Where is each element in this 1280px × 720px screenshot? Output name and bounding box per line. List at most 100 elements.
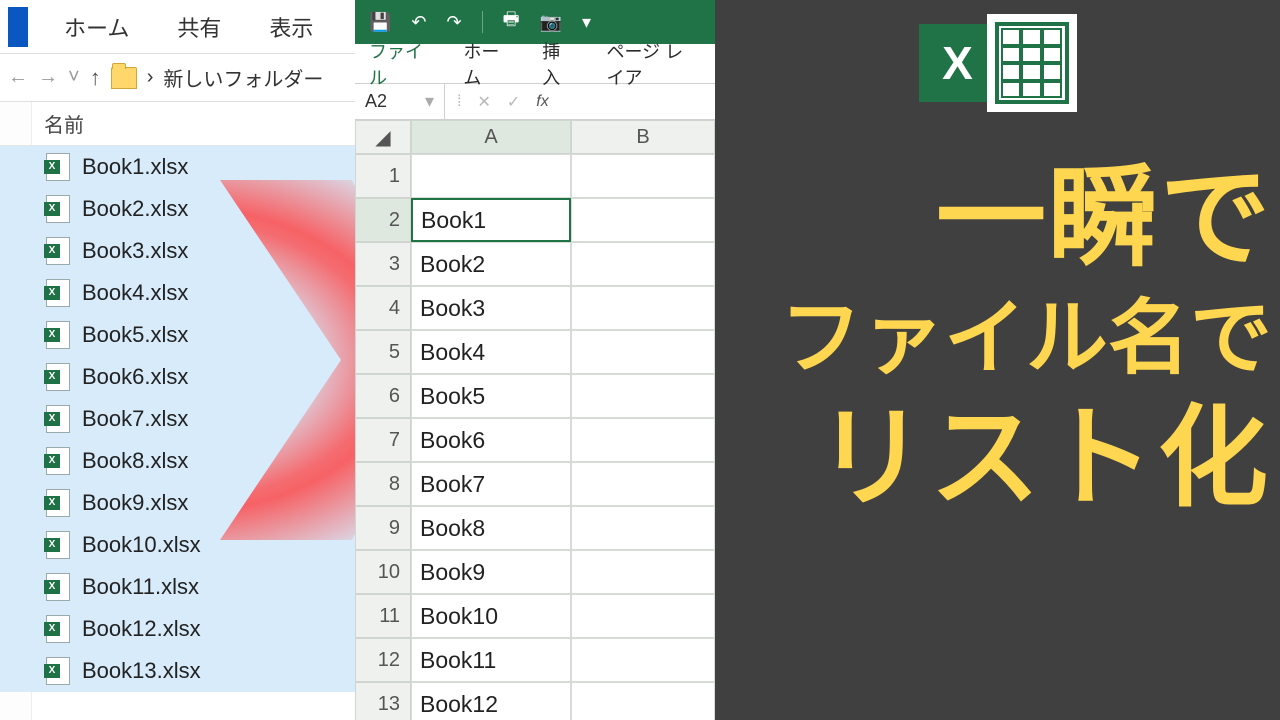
row-header[interactable]: 7 [355, 418, 411, 462]
file-row[interactable]: Book5.xlsx [0, 314, 355, 356]
file-name: Book3.xlsx [82, 238, 188, 264]
file-list[interactable]: Book1.xlsxBook2.xlsx Book3.xlsx Book4.xlsx… [0, 146, 355, 692]
file-row[interactable]: Book3.xlsx [0, 230, 355, 272]
file-name: Book8.xlsx [82, 448, 188, 474]
cell-A9[interactable]: Book8 [411, 506, 571, 550]
folder-icon [111, 67, 137, 89]
row-header[interactable]: 8 [355, 462, 411, 506]
row-header[interactable]: 5 [355, 330, 411, 374]
file-row[interactable]: Book9.xlsx [0, 482, 355, 524]
cell-B3[interactable] [571, 242, 715, 286]
row-header[interactable]: 1 [355, 154, 411, 198]
xlsx-file-icon [46, 279, 70, 307]
cell-A4[interactable]: Book3 [411, 286, 571, 330]
cell-B11[interactable] [571, 594, 715, 638]
ribbon-tab-insert[interactable]: 挿入 [542, 38, 572, 90]
cell-A8[interactable]: Book7 [411, 462, 571, 506]
ribbon-tab-home[interactable]: ホーム [46, 11, 147, 43]
ribbon-tab-file[interactable]: ファイル [369, 38, 429, 90]
xlsx-file-icon [46, 321, 70, 349]
xlsx-file-icon [46, 363, 70, 391]
file-row[interactable]: Book6.xlsx [0, 356, 355, 398]
cell-B10[interactable] [571, 550, 715, 594]
cell-B8[interactable] [571, 462, 715, 506]
cell-B2[interactable] [571, 198, 715, 242]
qat-customize-icon[interactable]: ▾ [582, 12, 591, 33]
excel-window: 💾 ↶ ↷ 🖶 📷 ▾ ファイル ホーム 挿入 ページ レイア A2 ▾ ⁞ ✕… [355, 0, 715, 720]
file-name: Book11.xlsx [82, 574, 199, 600]
name-box[interactable]: A2 ▾ [355, 84, 445, 119]
cell-A12[interactable]: Book11 [411, 638, 571, 682]
excel-ribbon: ファイル ホーム 挿入 ページ レイア [355, 44, 715, 84]
cell-A11[interactable]: Book10 [411, 594, 571, 638]
file-row[interactable]: Book4.xlsx [0, 272, 355, 314]
worksheet-grid[interactable]: ◢ A B [355, 120, 715, 154]
row-header[interactable]: 4 [355, 286, 411, 330]
file-row[interactable]: Book12.xlsx [0, 608, 355, 650]
column-header-name[interactable]: 名前 [0, 102, 355, 146]
cell-A13[interactable]: Book12 [411, 682, 571, 720]
file-row[interactable]: Book7.xlsx [0, 398, 355, 440]
save-icon[interactable]: 💾 [369, 12, 391, 33]
cell-A1[interactable] [411, 154, 571, 198]
cell-B9[interactable] [571, 506, 715, 550]
cell-B4[interactable] [571, 286, 715, 330]
row-header[interactable]: 9 [355, 506, 411, 550]
breadcrumb-folder[interactable]: 新しいフォルダー [163, 63, 323, 92]
ribbon-tab-view[interactable]: 表示 [251, 11, 331, 43]
file-name: Book10.xlsx [82, 532, 201, 558]
cell-B7[interactable] [571, 418, 715, 462]
cell-B6[interactable] [571, 374, 715, 418]
file-name: Book13.xlsx [82, 658, 201, 684]
promo-line-1: 一瞬で [715, 150, 1272, 288]
file-row[interactable]: Book1.xlsx [0, 146, 355, 188]
redo-icon[interactable]: ↷ [447, 12, 462, 33]
file-name: Book5.xlsx [82, 322, 188, 348]
nav-forward-icon[interactable]: → [38, 66, 58, 89]
cell-B12[interactable] [571, 638, 715, 682]
camera-icon[interactable]: 📷 [540, 12, 562, 33]
row-header[interactable]: 12 [355, 638, 411, 682]
undo-icon[interactable]: ↶ [411, 12, 426, 33]
chevron-down-icon[interactable]: ˅ [68, 66, 80, 89]
file-row[interactable]: Book10.xlsx [0, 524, 355, 566]
cell-B1[interactable] [571, 154, 715, 198]
ribbon-tab-home[interactable]: ホーム [463, 38, 508, 90]
column-header-B[interactable]: B [571, 120, 715, 154]
file-row[interactable]: Book13.xlsx [0, 650, 355, 692]
ribbon-tab-page-layout[interactable]: ページ レイア [606, 38, 701, 90]
ribbon-tab-share[interactable]: 共有 [159, 11, 239, 43]
fx-icon[interactable]: fx [536, 93, 548, 111]
explorer-app-icon[interactable] [8, 7, 28, 47]
formula-expand-icon[interactable]: ⁞ [457, 93, 461, 111]
select-all-corner[interactable]: ◢ [355, 120, 411, 154]
cell-A10[interactable]: Book9 [411, 550, 571, 594]
row-header[interactable]: 13 [355, 682, 411, 720]
nav-back-icon[interactable]: ← [8, 66, 28, 89]
file-row[interactable]: Book11.xlsx [0, 566, 355, 608]
explorer-address-bar[interactable]: ← → ˅ ↑ › 新しいフォルダー [0, 54, 355, 102]
row-header[interactable]: 6 [355, 374, 411, 418]
file-row[interactable]: Book8.xlsx [0, 440, 355, 482]
file-name: Book12.xlsx [82, 616, 201, 642]
cell-A6[interactable]: Book5 [411, 374, 571, 418]
cell-A7[interactable]: Book6 [411, 418, 571, 462]
cell-A5[interactable]: Book4 [411, 330, 571, 374]
row-header[interactable]: 10 [355, 550, 411, 594]
print-icon[interactable]: 🖶 [503, 7, 520, 37]
cell-A3[interactable]: Book2 [411, 242, 571, 286]
cancel-icon[interactable]: ✕ [477, 92, 490, 112]
cell-B13[interactable] [571, 682, 715, 720]
column-header-label: 名前 [44, 109, 84, 138]
name-box-dropdown-icon[interactable]: ▾ [425, 91, 434, 112]
cell-A2[interactable]: Book1 [411, 198, 571, 242]
row-header[interactable]: 2 [355, 198, 411, 242]
row-header[interactable]: 3 [355, 242, 411, 286]
row-header[interactable]: 11 [355, 594, 411, 638]
xlsx-file-icon [46, 489, 70, 517]
file-row[interactable]: Book2.xlsx [0, 188, 355, 230]
enter-icon[interactable]: ✓ [507, 92, 520, 112]
column-header-A[interactable]: A [411, 120, 571, 154]
nav-up-icon[interactable]: ↑ [90, 65, 101, 91]
cell-B5[interactable] [571, 330, 715, 374]
